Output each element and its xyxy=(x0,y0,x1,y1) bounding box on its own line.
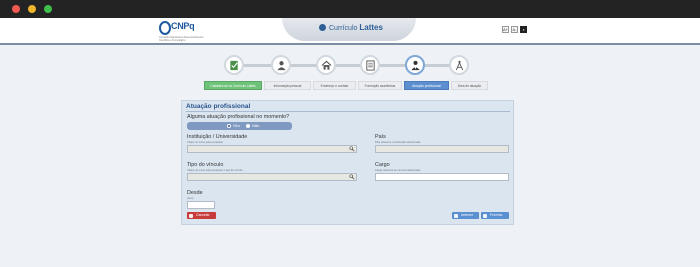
cnpq-logo-subtitle: Conselho Nacional de Desenvolvimento Cie… xyxy=(159,36,204,42)
form-title: Atuação profissional xyxy=(186,103,251,110)
tab-formacao-academica[interactable]: Formação acadêmica xyxy=(358,81,402,90)
question-label: Alguma atuação profissional no momento? xyxy=(187,114,290,120)
tab-area-atuacao[interactable]: Área de atuação xyxy=(451,81,488,90)
previous-icon xyxy=(454,213,458,218)
minimize-window-button[interactable] xyxy=(28,5,36,13)
curriculo-lattes-banner: Currículo Lattes xyxy=(282,18,416,41)
since-year-input[interactable] xyxy=(187,201,215,209)
cancel-button[interactable]: Cancelar xyxy=(187,212,216,219)
institution-field[interactable] xyxy=(187,145,357,153)
bond-type-field[interactable] xyxy=(187,173,357,181)
tab-endereco-contato[interactable]: Endereço e contato xyxy=(313,81,356,90)
contrast-button[interactable]: ◑ xyxy=(520,26,527,33)
previous-button[interactable]: Anterior xyxy=(452,212,479,219)
role-hint: Cargo referente ao vínculo selecionado xyxy=(375,169,421,172)
tab-informacao-pessoal[interactable]: Informação pessoal xyxy=(264,81,311,90)
step-icon-cadastro xyxy=(224,55,244,75)
institution-search-icon[interactable] xyxy=(349,146,355,152)
bond-type-search-icon[interactable] xyxy=(349,174,355,180)
since-hint: (Ano) xyxy=(187,197,194,200)
window-titlebar xyxy=(0,0,700,18)
person-tie-icon xyxy=(411,60,420,71)
institution-hint: Clique no ícone para pesquisar xyxy=(187,141,223,144)
step-icon-area-atuacao xyxy=(449,55,469,75)
cnpq-emblem-icon xyxy=(159,21,171,35)
app-title-name: Lattes xyxy=(359,23,383,32)
radio-sim[interactable] xyxy=(227,124,231,128)
tab-atuacao-profissional[interactable]: Atuação profissional xyxy=(404,81,449,90)
tab-cadastre-se[interactable]: Cadastre-se no Currículo Lattes xyxy=(204,81,262,90)
document-check-icon xyxy=(230,60,238,71)
step-icon-informacao-pessoal xyxy=(271,55,291,75)
atuacao-radio-group: Sim Não xyxy=(187,122,292,130)
institution-label: Instituição / Universidade xyxy=(187,134,248,140)
radio-sim-label: Sim xyxy=(233,123,240,128)
step-icon-atuacao-profissional xyxy=(405,55,425,75)
next-button[interactable]: Próximo xyxy=(481,212,509,219)
previous-button-label: Anterior xyxy=(461,213,473,217)
house-icon xyxy=(321,60,332,70)
bond-type-hint: Clique no ícone para pesquisar o tipo de… xyxy=(187,169,243,172)
close-window-button[interactable] xyxy=(12,5,20,13)
book-icon xyxy=(366,60,375,71)
since-label: Desde xyxy=(187,190,203,196)
bond-type-label: Tipo do vínculo xyxy=(187,162,224,168)
cancel-icon xyxy=(189,213,193,218)
cnpq-logo-text: CNPq xyxy=(171,21,195,31)
next-icon xyxy=(483,213,487,218)
lattes-globe-icon xyxy=(319,24,326,31)
font-decrease-button[interactable]: A- xyxy=(511,26,518,33)
cnpq-logo[interactable]: CNPq Conselho Nacional de Desenvolviment… xyxy=(159,20,209,44)
country-hint: País referente a instituição selecionada xyxy=(375,141,421,144)
radio-nao[interactable] xyxy=(246,124,250,128)
person-icon xyxy=(277,61,286,71)
maximize-window-button[interactable] xyxy=(44,5,52,13)
step-icon-endereco xyxy=(316,55,336,75)
country-field[interactable] xyxy=(375,145,509,153)
radio-nao-label: Não xyxy=(252,123,260,128)
next-button-label: Próximo xyxy=(490,213,503,217)
wizard-progress-line xyxy=(232,64,460,67)
app-title-prefix: Currículo xyxy=(329,25,358,32)
font-increase-button[interactable]: A+ xyxy=(502,26,509,33)
role-label: Cargo xyxy=(375,162,390,168)
compass-icon xyxy=(455,60,464,71)
cancel-button-label: Cancelar xyxy=(196,213,210,217)
role-input[interactable] xyxy=(375,173,509,181)
site-header: CNPq Conselho Nacional de Desenvolviment… xyxy=(0,18,700,45)
atuacao-profissional-form: Atuação profissional Alguma atuação prof… xyxy=(181,100,514,225)
form-title-divider xyxy=(186,111,510,112)
app-title: Currículo Lattes xyxy=(329,23,383,32)
step-icon-formacao xyxy=(360,55,380,75)
country-label: País xyxy=(375,134,386,140)
